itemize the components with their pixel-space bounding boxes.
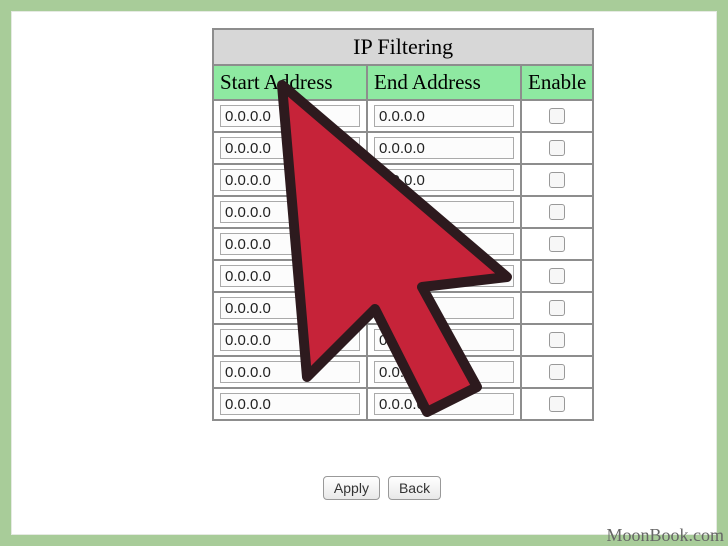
start-address-input[interactable] xyxy=(220,297,360,319)
table-row xyxy=(213,196,593,228)
start-address-input[interactable] xyxy=(220,137,360,159)
apply-button[interactable]: Apply xyxy=(323,476,380,500)
start-address-input[interactable] xyxy=(220,361,360,383)
end-address-input[interactable] xyxy=(374,297,514,319)
table-row xyxy=(213,228,593,260)
end-address-input[interactable] xyxy=(374,169,514,191)
enable-checkbox[interactable] xyxy=(549,172,565,188)
table-row xyxy=(213,324,593,356)
end-address-input[interactable] xyxy=(374,233,514,255)
table-row xyxy=(213,356,593,388)
table-row xyxy=(213,164,593,196)
col-end-address: End Address xyxy=(367,65,521,100)
start-address-input[interactable] xyxy=(220,393,360,415)
enable-checkbox[interactable] xyxy=(549,140,565,156)
end-address-input[interactable] xyxy=(374,137,514,159)
end-address-input[interactable] xyxy=(374,105,514,127)
start-address-input[interactable] xyxy=(220,105,360,127)
watermark: MoonBook.com xyxy=(606,525,724,546)
table-row xyxy=(213,292,593,324)
enable-checkbox[interactable] xyxy=(549,332,565,348)
start-address-input[interactable] xyxy=(220,233,360,255)
end-address-input[interactable] xyxy=(374,201,514,223)
enable-checkbox[interactable] xyxy=(549,268,565,284)
start-address-input[interactable] xyxy=(220,169,360,191)
enable-checkbox[interactable] xyxy=(549,364,565,380)
table-row xyxy=(213,260,593,292)
end-address-input[interactable] xyxy=(374,265,514,287)
enable-checkbox[interactable] xyxy=(549,236,565,252)
enable-checkbox[interactable] xyxy=(549,204,565,220)
end-address-input[interactable] xyxy=(374,329,514,351)
ip-filtering-table: IP Filtering Start Address End Address E… xyxy=(212,28,594,421)
table-title: IP Filtering xyxy=(213,29,593,65)
col-enable: Enable xyxy=(521,65,593,100)
enable-checkbox[interactable] xyxy=(549,300,565,316)
end-address-input[interactable] xyxy=(374,393,514,415)
end-address-input[interactable] xyxy=(374,361,514,383)
start-address-input[interactable] xyxy=(220,329,360,351)
table-row xyxy=(213,100,593,132)
enable-checkbox[interactable] xyxy=(549,396,565,412)
back-button[interactable]: Back xyxy=(388,476,441,500)
enable-checkbox[interactable] xyxy=(549,108,565,124)
start-address-input[interactable] xyxy=(220,265,360,287)
col-start-address: Start Address xyxy=(213,65,367,100)
table-row xyxy=(213,388,593,420)
table-row xyxy=(213,132,593,164)
start-address-input[interactable] xyxy=(220,201,360,223)
